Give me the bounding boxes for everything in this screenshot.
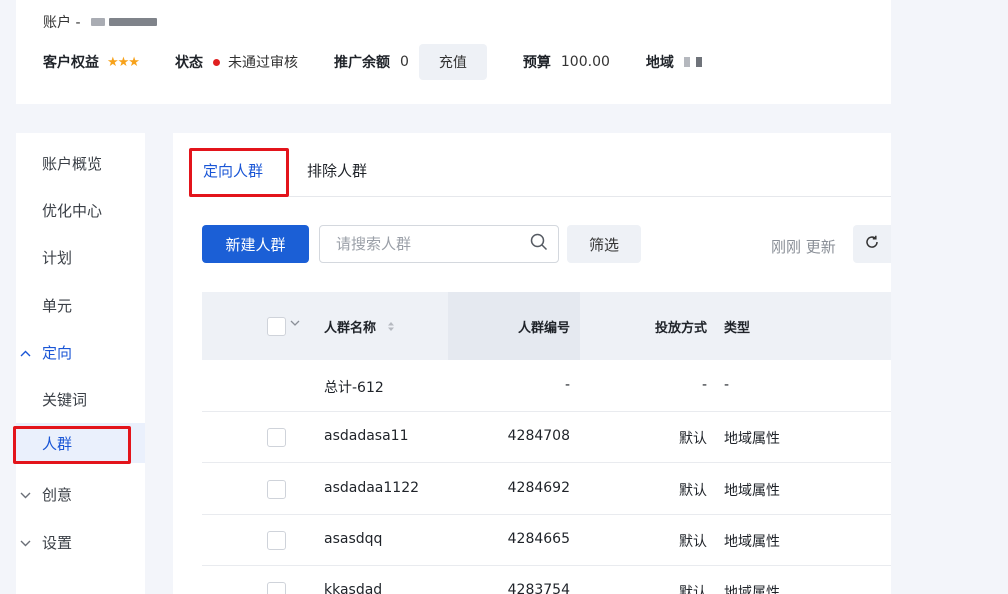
audience-id: 4283754 <box>507 582 570 594</box>
sidebar: 账户概览 优化中心 计划 单元 定向 关键词 人群 创意 设置 <box>16 133 145 594</box>
chevron-down-icon <box>20 536 42 550</box>
account-label: 账户 - <box>43 15 81 31</box>
sidebar-item-label: 计划 <box>42 249 73 267</box>
sidebar-item-creative[interactable]: 创意 <box>20 484 73 505</box>
sidebar-item-targeting[interactable]: 定向 <box>20 342 73 363</box>
audience-id: 4284708 <box>507 428 570 444</box>
status-label: 状态 <box>174 55 203 71</box>
redacted-region <box>683 57 702 67</box>
tab-excluded-audience[interactable]: 排除人群 <box>307 160 367 181</box>
new-audience-button[interactable]: 新建人群 <box>202 225 309 263</box>
audience-mode: 默认 <box>679 534 707 550</box>
sidebar-item-label: 创意 <box>42 486 73 504</box>
table-row[interactable]: asdadaa1122 4284692 默认 地域属性 <box>202 463 891 515</box>
chevron-down-icon <box>20 488 42 502</box>
account-name-row: 账户 - <box>43 12 157 32</box>
select-all-checkbox[interactable] <box>267 317 286 336</box>
audience-id: 4284692 <box>507 480 570 496</box>
row-checkbox[interactable] <box>267 531 286 550</box>
main-panel: 定向人群 排除人群 新建人群 筛选 刚刚 更新 人群名称 <box>173 133 891 594</box>
summary-id: - <box>564 377 570 393</box>
sidebar-item-unit[interactable]: 单元 <box>42 295 72 316</box>
budget-value: 100.00 <box>560 54 610 70</box>
sidebar-item-label: 账户概览 <box>42 155 103 173</box>
refresh-icon <box>864 234 880 254</box>
audience-type: 地域属性 <box>724 585 780 594</box>
sidebar-item-label: 单元 <box>42 297 73 315</box>
sidebar-item-optimization[interactable]: 优化中心 <box>42 200 102 221</box>
audience-id: 4284665 <box>507 531 570 547</box>
update-status: 刚刚 更新 <box>771 238 836 256</box>
sidebar-item-label: 优化中心 <box>42 202 103 220</box>
audience-name[interactable]: kkasdad <box>324 582 382 594</box>
column-header-name[interactable]: 人群名称 <box>324 317 395 336</box>
tabs-divider <box>189 196 891 197</box>
table-row[interactable]: kkasdad 4283754 默认 地域属性 <box>202 565 891 594</box>
search-input[interactable] <box>336 235 530 253</box>
column-header-type: 类型 <box>724 321 751 336</box>
account-header: 账户 - 客户权益 ★★★ 状态 未通过审核 推广余额 0 充值 预算 100.… <box>16 0 891 104</box>
sidebar-item-label: 定向 <box>42 344 73 362</box>
account-info-row: 客户权益 ★★★ 状态 未通过审核 推广余额 0 充值 预算 100.00 地域 <box>43 44 702 80</box>
balance-value: 0 <box>399 54 409 70</box>
sidebar-item-plan[interactable]: 计划 <box>42 247 72 268</box>
row-checkbox[interactable] <box>267 480 286 499</box>
column-header-id: 人群编号 <box>517 321 570 336</box>
sidebar-item-label: 关键词 <box>42 391 88 409</box>
audience-name[interactable]: asasdqq <box>324 531 382 547</box>
summary-name: 总计-612 <box>324 380 384 396</box>
column-header-mode: 投放方式 <box>654 321 707 336</box>
region-label: 地域 <box>645 55 674 71</box>
sidebar-item-keywords[interactable]: 关键词 <box>42 389 87 410</box>
highlight-box <box>13 426 131 464</box>
row-checkbox[interactable] <box>267 428 286 447</box>
audience-mode: 默认 <box>679 585 707 594</box>
rights-label: 客户权益 <box>43 55 99 71</box>
refresh-button[interactable] <box>853 225 891 263</box>
status-dot-icon <box>212 58 220 66</box>
audience-mode: 默认 <box>679 431 707 447</box>
table-summary-row: 总计-612 - - - <box>202 360 891 412</box>
audience-name[interactable]: asdadaa1122 <box>324 480 419 496</box>
highlight-box <box>189 148 289 197</box>
row-checkbox[interactable] <box>267 582 286 594</box>
search-icon[interactable] <box>530 233 548 255</box>
budget-label: 预算 <box>522 55 551 71</box>
sidebar-item-overview[interactable]: 账户概览 <box>42 153 102 174</box>
table-header: 人群名称 人群编号 投放方式 类型 <box>202 292 891 360</box>
balance-label: 推广余额 <box>333 55 390 71</box>
audience-name[interactable]: asdadasa11 <box>324 428 409 444</box>
audience-mode: 默认 <box>679 483 707 499</box>
status-value: 未通过审核 <box>227 55 298 71</box>
chevron-up-icon <box>20 346 42 360</box>
sort-icon[interactable] <box>387 321 395 336</box>
audience-type: 地域属性 <box>724 483 780 499</box>
summary-type: - <box>724 377 730 393</box>
sidebar-item-settings[interactable]: 设置 <box>20 532 73 553</box>
filter-button[interactable]: 筛选 <box>567 225 641 263</box>
rights-stars: ★★★ <box>107 54 140 70</box>
search-field[interactable] <box>319 225 559 263</box>
redacted-block <box>108 18 157 26</box>
summary-mode: - <box>701 377 707 393</box>
audience-type: 地域属性 <box>724 534 780 550</box>
audience-type: 地域属性 <box>724 431 780 447</box>
sidebar-item-label: 设置 <box>42 534 73 552</box>
table-row[interactable]: asasdqq 4284665 默认 地域属性 <box>202 514 891 566</box>
redacted-block <box>90 18 105 26</box>
chevron-down-icon[interactable] <box>290 316 300 329</box>
recharge-button[interactable]: 充值 <box>418 44 487 80</box>
column-header-label: 人群名称 <box>324 321 377 336</box>
page: 账户 - 客户权益 ★★★ 状态 未通过审核 推广余额 0 充值 预算 100.… <box>0 0 1008 594</box>
table-row[interactable]: asdadasa11 4284708 默认 地域属性 <box>202 411 891 463</box>
